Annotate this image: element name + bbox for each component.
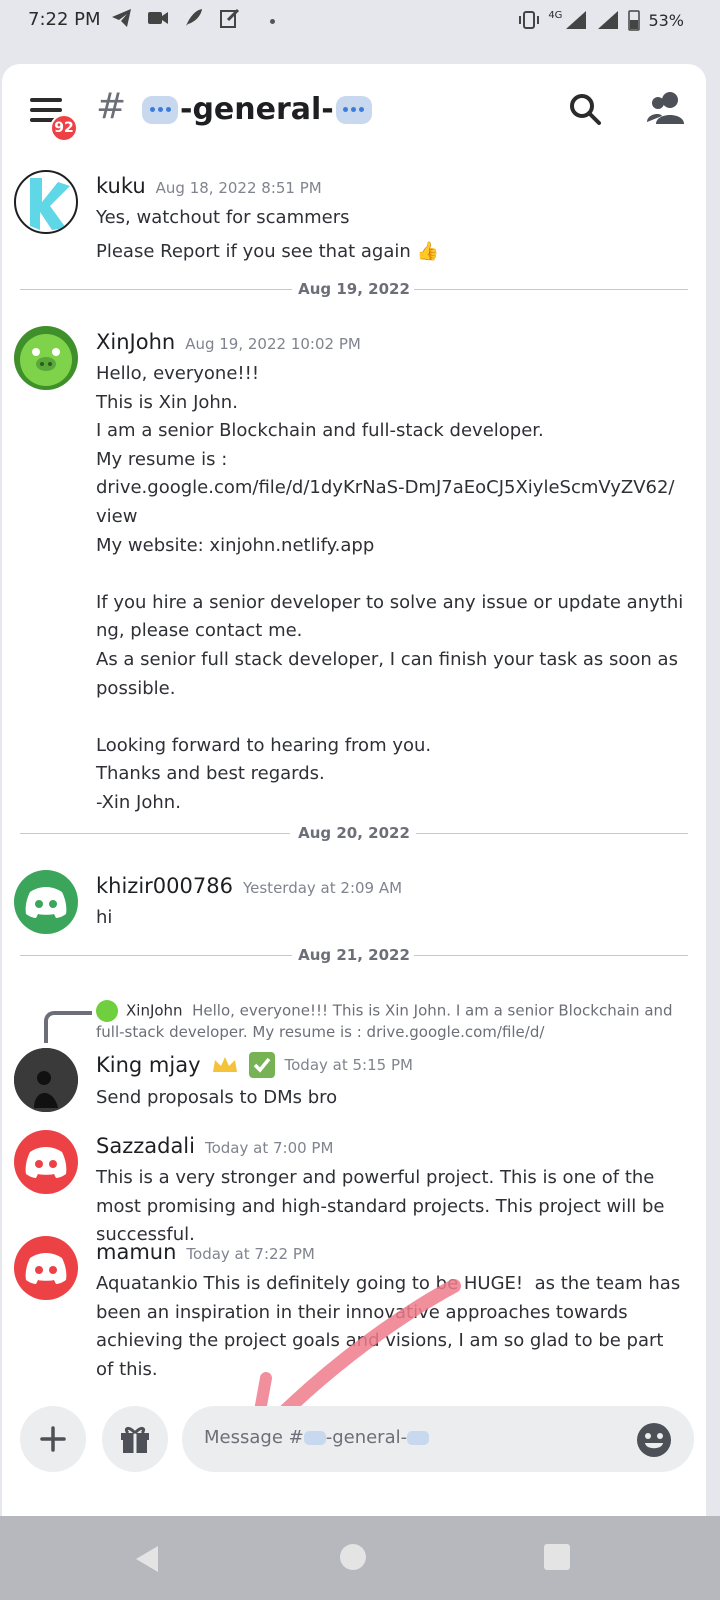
timestamp: Today at 7:22 PM <box>186 1245 315 1263</box>
battery-icon <box>628 10 641 31</box>
author-name[interactable]: Sazzadali <box>96 1134 195 1158</box>
status-right: 4G 53% <box>518 9 684 31</box>
gift-button[interactable] <box>102 1406 168 1472</box>
status-time: 7:22 PM <box>28 9 101 30</box>
avatar-kuku[interactable] <box>14 170 78 234</box>
system-nav-bar <box>0 1516 720 1600</box>
date-divider: Aug 19, 2022 <box>20 280 688 300</box>
date-divider: Aug 21, 2022 <box>20 946 688 966</box>
status-bar: 7:22 PM 4G 53% <box>0 0 720 42</box>
back-icon[interactable] <box>134 1544 160 1574</box>
timestamp: Aug 19, 2022 10:02 PM <box>185 335 361 353</box>
discord-logo <box>25 887 67 918</box>
author-name[interactable]: mamun <box>96 1240 176 1264</box>
message-text: Please Report if you see that again 👍 <box>96 241 439 262</box>
channel-name: -general- <box>180 92 334 127</box>
battery-level: 53% <box>648 10 684 30</box>
timestamp: Today at 7:00 PM <box>204 1139 334 1157</box>
discord-logo <box>25 1147 67 1178</box>
channel-title[interactable]: -general- <box>142 92 372 127</box>
timestamp: Aug 18, 2022 8:51 PM <box>155 179 322 197</box>
edit-icon <box>220 8 240 28</box>
search-icon[interactable] <box>568 92 602 126</box>
avatar-khizir[interactable] <box>14 870 78 934</box>
channel-header: 92 # -general- <box>2 64 706 154</box>
add-attachment-button[interactable] <box>20 1406 86 1472</box>
reply-author: XinJohn <box>126 1001 183 1020</box>
timestamp: Today at 5:15 PM <box>284 1056 413 1074</box>
network-type: 4G <box>548 9 563 21</box>
timestamp: Yesterday at 2:09 AM <box>242 879 403 897</box>
reply-text: Hello, everyone!!! This is Xin John. I a… <box>96 1001 673 1042</box>
signal-icon-2 <box>598 11 619 29</box>
speech-bubble-emoji <box>142 95 178 124</box>
avatar-xinjohn[interactable] <box>14 326 78 390</box>
recent-apps-icon[interactable] <box>544 1544 570 1570</box>
author-name[interactable]: XinJohn <box>96 330 175 354</box>
unread-badge: 92 <box>50 114 78 142</box>
signal-icon <box>566 11 587 29</box>
emoji-icon[interactable] <box>636 1422 672 1458</box>
reply-connector <box>44 1011 92 1043</box>
crown-emoji <box>212 1057 237 1072</box>
message-text: Aquatankio This is definitely going to b… <box>96 1273 686 1380</box>
message-input[interactable]: Message # -general- <box>182 1406 694 1472</box>
chat-panel: 92 # -general- kuku Aug 18, 2022 8:51 PM… <box>2 64 706 1516</box>
author-name[interactable]: kuku <box>96 174 146 198</box>
gift-icon <box>121 1426 149 1453</box>
reply-avatar <box>96 1000 118 1022</box>
date-divider: Aug 20, 2022 <box>20 824 688 844</box>
avatar-sazzadali[interactable] <box>14 1130 78 1194</box>
message-text: hi <box>96 907 113 928</box>
message-composer: Message # -general- <box>2 1404 706 1504</box>
message-input-placeholder: Message # -general- <box>204 1427 430 1448</box>
author-name[interactable]: khizir000786 <box>96 874 233 898</box>
message-text: Hello, everyone!!! This is Xin John. I a… <box>96 363 684 813</box>
speech-bubble-emoji <box>335 95 372 124</box>
discord-logo <box>25 1253 67 1284</box>
author-name[interactable]: King mjay <box>96 1053 201 1077</box>
members-icon[interactable] <box>646 90 686 126</box>
more-notifications-dot <box>270 19 275 24</box>
check-emoji <box>248 1052 275 1078</box>
date-divider-label: Aug 19, 2022 <box>298 280 410 298</box>
message-text: Send proposals to DMs bro <box>96 1087 338 1108</box>
message-text: This is a very stronger and powerful pro… <box>96 1167 671 1246</box>
vibrate-icon <box>519 11 540 29</box>
notification-icons <box>110 6 242 30</box>
plus-icon <box>40 1426 66 1452</box>
date-divider-label: Aug 20, 2022 <box>298 824 410 842</box>
date-divider-label: Aug 21, 2022 <box>298 946 410 964</box>
message-text: Yes, watchout for scammers <box>96 207 350 228</box>
home-icon[interactable] <box>340 1544 366 1570</box>
feather-icon <box>186 9 202 26</box>
channel-hash-icon: # <box>96 86 127 127</box>
reply-preview[interactable]: XinJohn Hello, everyone!!! This is Xin J… <box>96 1000 696 1043</box>
telegram-icon <box>112 9 131 27</box>
avatar-king-mjay[interactable] <box>14 1048 78 1112</box>
avatar-mamun[interactable] <box>14 1236 78 1300</box>
video-icon <box>148 12 168 24</box>
